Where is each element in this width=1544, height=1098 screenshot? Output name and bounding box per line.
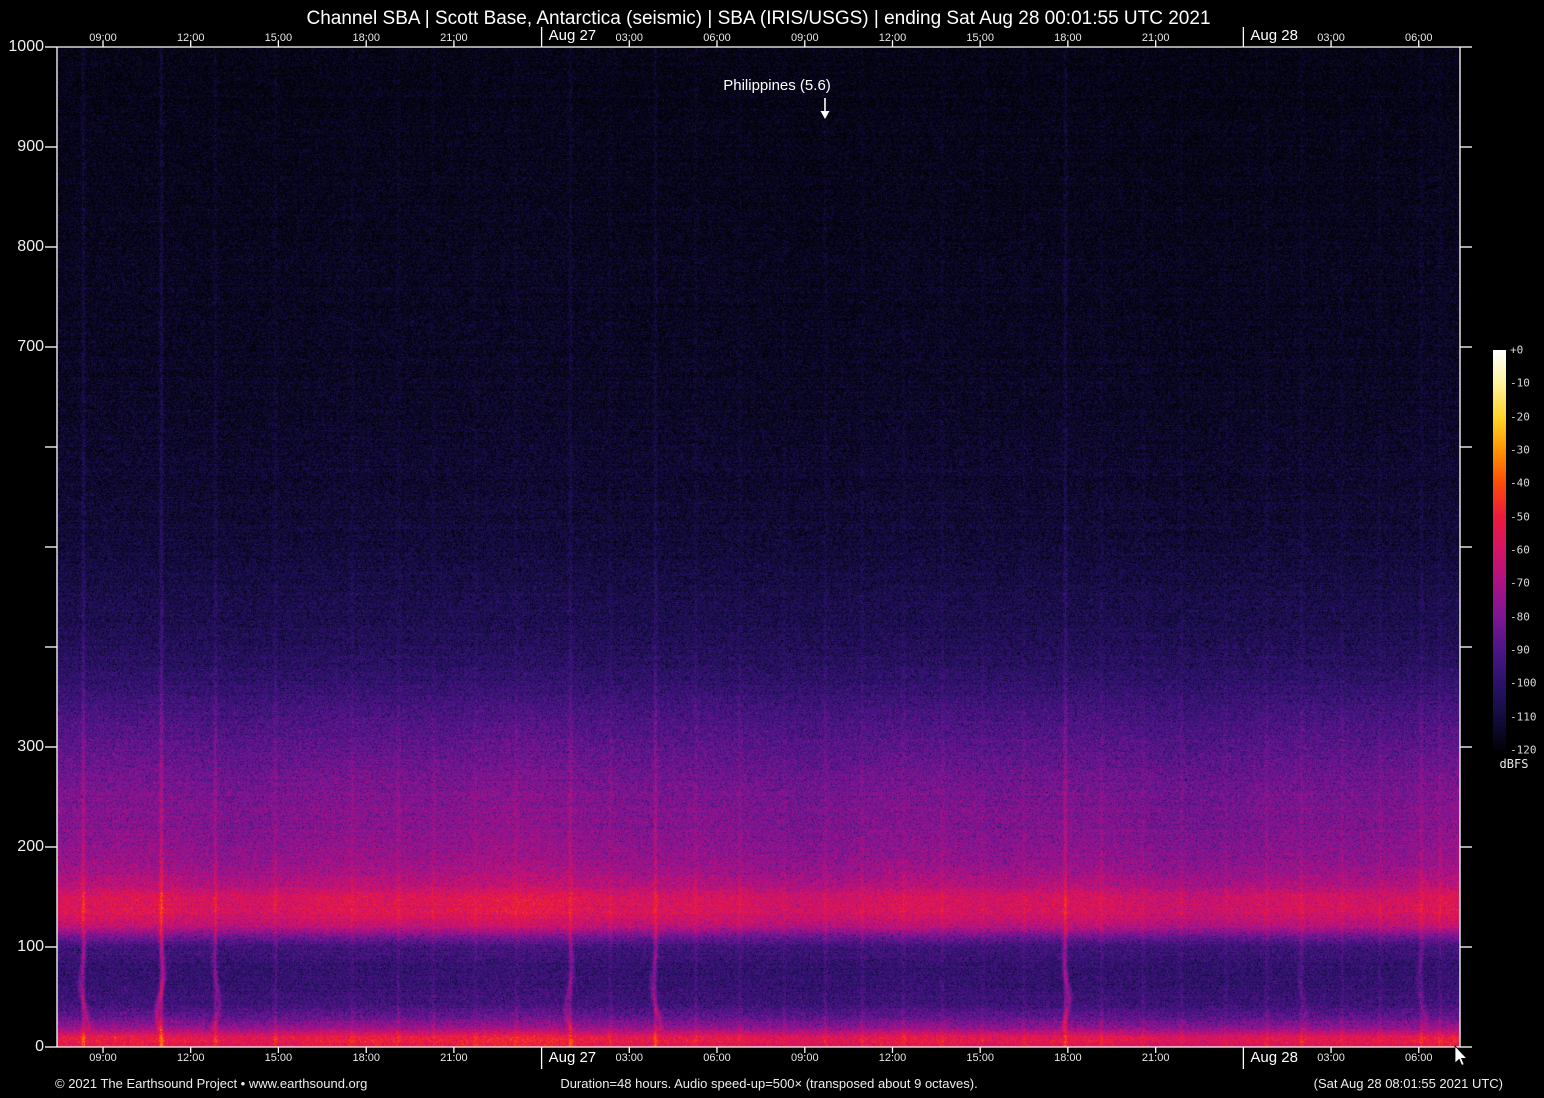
x-axis-day-label: Aug 27 [548, 27, 597, 44]
x-axis-time-label: 03:00 [1317, 32, 1345, 44]
colorbar-tick-label: -40 [1510, 476, 1530, 490]
x-axis-time-label: 12:00 [176, 1052, 205, 1064]
y-axis-tick-label: 300 [17, 738, 44, 755]
x-axis-day-label: Aug 27 [548, 1049, 597, 1066]
x-axis-time-label: 21:00 [440, 32, 468, 44]
event-annotation-label: Philippines (5.6) [723, 77, 831, 94]
footer-generated-timestamp: (Sat Aug 28 08:01:55 2021 UTC) [1313, 1076, 1503, 1091]
footer-duration-note: Duration=48 hours. Audio speed-up=500× (… [560, 1076, 978, 1091]
colorbar-tick-label: +0 [1510, 343, 1524, 357]
colorbar-tick-label: -60 [1510, 543, 1530, 557]
y-axis-tick-label: 1000 [8, 38, 44, 55]
x-axis-time-label: 18:00 [352, 32, 380, 44]
colorbar-tick-label: -50 [1510, 510, 1530, 524]
x-axis-time-label: 21:00 [1141, 32, 1170, 44]
colorbar-tick-label: -30 [1510, 443, 1530, 457]
x-axis-time-label: 18:00 [1054, 1052, 1082, 1064]
x-axis-time-label: 03:00 [1317, 1052, 1345, 1064]
x-axis-time-label: 12:00 [176, 32, 205, 44]
x-axis-time-label: 06:00 [1404, 32, 1433, 44]
x-axis-day-label: Aug 28 [1250, 27, 1298, 44]
x-axis-time-label: 09:00 [791, 32, 819, 44]
y-axis-tick-label: 100 [17, 938, 44, 955]
mouse-pointer-icon [1454, 1044, 1468, 1066]
y-axis-tick-label: 0 [35, 1038, 44, 1055]
x-axis-time-label: 06:00 [703, 1052, 731, 1064]
x-axis-time-label: 03:00 [615, 32, 644, 44]
x-axis-time-label: 12:00 [878, 1052, 907, 1064]
x-axis-time-label: 06:00 [1404, 1052, 1433, 1064]
x-axis-time-label: 09:00 [791, 1052, 819, 1064]
x-axis-time-label: 18:00 [352, 1052, 380, 1064]
footer-copyright: © 2021 The Earthsound Project • www.eart… [55, 1076, 368, 1091]
spectrogram-heatmap [57, 47, 1460, 1047]
y-axis-tick-label: 200 [17, 838, 44, 855]
x-axis-time-label: 15:00 [264, 1052, 293, 1064]
x-axis-time-label: 15:00 [966, 1052, 994, 1064]
x-axis-time-label: 15:00 [966, 32, 994, 44]
colorbar-tick-label: -120 [1510, 743, 1537, 757]
x-axis-time-label: 09:00 [89, 1052, 117, 1064]
x-axis-day-label: Aug 28 [1250, 1049, 1298, 1066]
y-axis-tick-label: 700 [17, 338, 44, 355]
x-axis-time-label: 21:00 [440, 1052, 468, 1064]
x-axis-time-label: 03:00 [615, 1052, 644, 1064]
colorbar-gradient [1493, 350, 1506, 750]
spectrogram-page: { "page": {"background": "#000000", "acc… [0, 0, 1544, 1098]
x-axis-time-label: 21:00 [1141, 1052, 1170, 1064]
colorbar-tick-label: -90 [1510, 643, 1530, 657]
x-axis-time-label: 12:00 [878, 32, 907, 44]
colorbar-tick-label: -100 [1510, 676, 1537, 690]
y-axis-tick-label: 900 [17, 138, 44, 155]
x-axis-time-label: 09:00 [89, 32, 117, 44]
colorbar-tick-label: -70 [1510, 576, 1530, 590]
colorbar-tick-label: -110 [1510, 710, 1537, 724]
x-axis-time-label: 06:00 [703, 32, 731, 44]
x-axis-time-label: 18:00 [1054, 32, 1082, 44]
colorbar-tick-label: -10 [1510, 376, 1530, 390]
colorbar-tick-label: -80 [1510, 610, 1530, 624]
colorbar-tick-label: -20 [1510, 410, 1530, 424]
colorbar-unit-label: dBFS [1499, 757, 1529, 771]
y-axis-tick-label: 800 [17, 238, 44, 255]
x-axis-time-label: 15:00 [264, 32, 293, 44]
